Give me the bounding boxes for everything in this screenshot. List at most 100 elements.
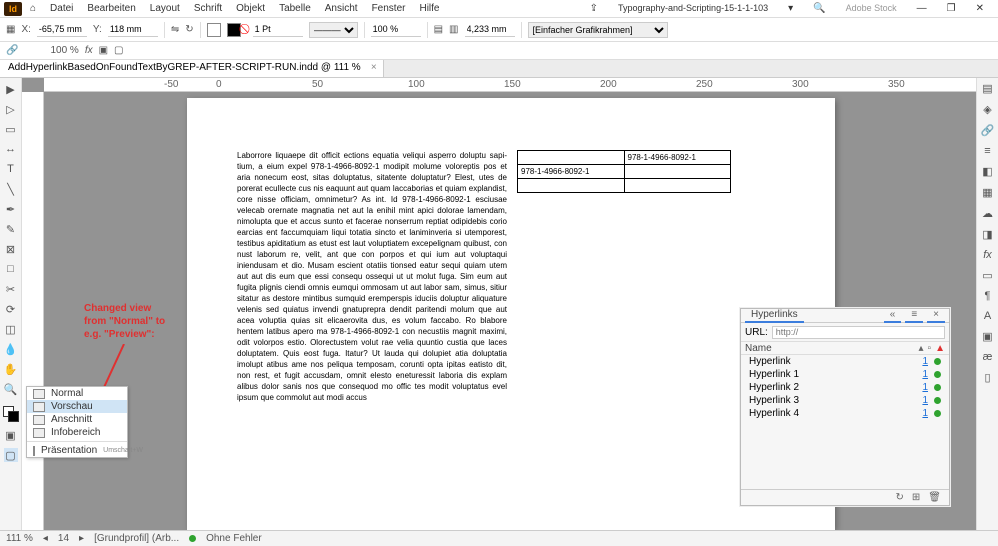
eyedropper-tool-icon[interactable]: 💧 (4, 342, 18, 356)
panel-tab-hyperlinks[interactable]: Hyperlinks (745, 308, 804, 323)
rotate-icon[interactable]: ↻ (185, 24, 193, 35)
refresh-icon[interactable]: ↻ (896, 492, 904, 503)
table-cell[interactable] (624, 165, 731, 179)
window-minimize-icon[interactable]: — (911, 1, 933, 16)
swatches-panel-icon[interactable]: ▦ (982, 186, 992, 199)
status-col-icon[interactable]: ▲ (935, 343, 945, 354)
type-tool-icon[interactable]: T (4, 162, 18, 176)
gradient-tool-icon[interactable]: ◫ (4, 322, 18, 336)
view-preview[interactable]: Vorschau (27, 400, 127, 413)
panel-close-icon[interactable]: × (927, 308, 945, 323)
menu-tabelle[interactable]: Tabelle (273, 1, 317, 16)
window-restore-icon[interactable]: ❐ (941, 1, 962, 16)
direct-select-tool-icon[interactable]: ▷ (4, 102, 18, 116)
filter-icon[interactable]: ▴ (919, 343, 924, 354)
panel-collapse-icon[interactable]: « (884, 308, 902, 323)
url-input[interactable] (772, 326, 945, 339)
data-table[interactable]: 978-1-4966-8092-1 978-1-4966-8092-1 (517, 150, 731, 193)
hyperlink-row[interactable]: Hyperlink 41 (741, 407, 949, 420)
wrap-icon[interactable]: ▣ (99, 45, 108, 56)
stroke-panel-icon[interactable]: ≡ (984, 145, 990, 157)
table-cell[interactable] (518, 179, 625, 193)
menu-bearbeiten[interactable]: Bearbeiten (81, 1, 141, 16)
menu-layout[interactable]: Layout (144, 1, 186, 16)
hyperlink-row[interactable]: Hyperlink1 (741, 355, 949, 368)
tab-close-icon[interactable]: × (371, 62, 377, 73)
menu-fenster[interactable]: Fenster (366, 1, 412, 16)
menu-datei[interactable]: Datei (44, 1, 79, 16)
stroke-swatch[interactable] (227, 23, 241, 37)
pencil-tool-icon[interactable]: ✎ (4, 222, 18, 236)
share-icon[interactable]: ⇪ (584, 1, 604, 16)
paragraph-styles-panel-icon[interactable]: ¶ (985, 290, 991, 302)
color-panel-icon[interactable]: ◧ (982, 165, 992, 178)
menu-ansicht[interactable]: Ansicht (319, 1, 364, 16)
filter-icon-2[interactable]: ▫ (928, 343, 932, 354)
hyperlink-row[interactable]: Hyperlink 21 (741, 381, 949, 394)
flip-h-icon[interactable]: ⇋ (171, 24, 179, 35)
links-panel-icon[interactable]: 🔗 (981, 124, 995, 137)
page-next-icon[interactable]: ▸ (79, 533, 84, 544)
page-number[interactable]: 14 (58, 533, 69, 544)
fx-panel-icon[interactable]: fx (983, 249, 992, 261)
pen-tool-icon[interactable]: ✒ (4, 202, 18, 216)
doc-dropdown-icon[interactable]: ▾ (782, 1, 799, 16)
char-styles-panel-icon[interactable]: A (984, 310, 991, 322)
panel-menu-icon[interactable]: ≡ (905, 308, 923, 323)
menu-objekt[interactable]: Objekt (230, 1, 271, 16)
body-text-frame[interactable]: Laborrore liquaepe dit officit ections e… (237, 150, 507, 403)
fill-stroke-proxy[interactable] (3, 406, 19, 422)
menu-schrift[interactable]: Schrift (188, 1, 228, 16)
view-slug[interactable]: Infobereich (27, 426, 127, 439)
hyperlink-row[interactable]: Hyperlink 31 (741, 394, 949, 407)
align-icon[interactable]: ▤ (434, 24, 443, 35)
transform-tool-icon[interactable]: ⟳ (4, 302, 18, 316)
page-prev-icon[interactable]: ◂ (43, 533, 48, 544)
cc-libs-panel-icon[interactable]: ☁ (982, 207, 993, 220)
object-styles-panel-icon[interactable]: ▭ (982, 269, 992, 282)
zoom-level[interactable]: 111 % (6, 533, 33, 544)
new-hyperlink-icon[interactable]: ⊞ (912, 492, 920, 503)
view-mode-normal-icon[interactable]: ▣ (4, 428, 18, 442)
page-tool-icon[interactable]: ▭ (4, 122, 18, 136)
preflight-status[interactable]: Ohne Fehler (206, 533, 262, 544)
delete-hyperlink-icon[interactable]: 🗑 (928, 492, 941, 503)
table-cell[interactable]: 978-1-4966-8092-1 (518, 165, 625, 179)
gap-tool-icon[interactable]: ↔ (4, 142, 18, 156)
object-style[interactable]: [Einfacher Grafikrahmen] (528, 22, 668, 38)
pages-panel-icon[interactable]: ▤ (982, 82, 992, 95)
fx-icon[interactable]: fx (85, 45, 93, 56)
profile-indicator[interactable]: [Grundprofil] (Arb... (94, 533, 179, 544)
document-tab[interactable]: AddHyperlinkBasedOnFoundTextByGREP-AFTER… (0, 60, 384, 77)
line-tool-icon[interactable]: ╲ (4, 182, 18, 196)
hyperlink-row[interactable]: Hyperlink 11 (741, 368, 949, 381)
wrap-icon-2[interactable]: ▢ (114, 45, 123, 56)
align-panel-icon[interactable]: ▯ (984, 371, 990, 384)
opacity-field[interactable]: 100 % (50, 45, 78, 56)
gradient-panel-icon[interactable]: ◨ (982, 228, 992, 241)
ref-point-icon[interactable]: ▦ (6, 24, 15, 35)
hand-tool-icon[interactable]: ✋ (4, 362, 18, 376)
layers-panel-icon[interactable]: ◈ (983, 103, 991, 116)
fill-swatch[interactable] (207, 23, 221, 37)
glyphs-panel-icon[interactable]: æ (983, 351, 993, 363)
view-normal[interactable]: Normal (27, 387, 127, 400)
distribute-icon[interactable]: ▥ (449, 24, 458, 35)
table-cell[interactable]: 978-1-4966-8092-1 (624, 151, 731, 165)
text-wrap-panel-icon[interactable]: ▣ (982, 330, 992, 343)
home-icon[interactable]: ⌂ (24, 1, 42, 16)
search-icon[interactable]: 🔍 (807, 1, 831, 16)
stroke-style[interactable]: ——— (309, 22, 358, 38)
view-mode-preview-icon[interactable]: ▢ (4, 448, 18, 462)
y-field[interactable] (108, 23, 158, 37)
table-cell[interactable] (624, 179, 731, 193)
scale-field[interactable] (371, 23, 421, 37)
table-cell[interactable] (518, 151, 625, 165)
window-close-icon[interactable]: ✕ (970, 1, 990, 16)
menu-hilfe[interactable]: Hilfe (413, 1, 445, 16)
rect-frame-tool-icon[interactable]: ⊠ (4, 242, 18, 256)
selection-tool-icon[interactable]: ▶ (4, 82, 18, 96)
rect-tool-icon[interactable]: □ (4, 262, 18, 276)
zoom-tool-icon[interactable]: 🔍 (4, 382, 18, 396)
view-presentation[interactable]: PräsentationUmschalt+W (27, 444, 127, 457)
